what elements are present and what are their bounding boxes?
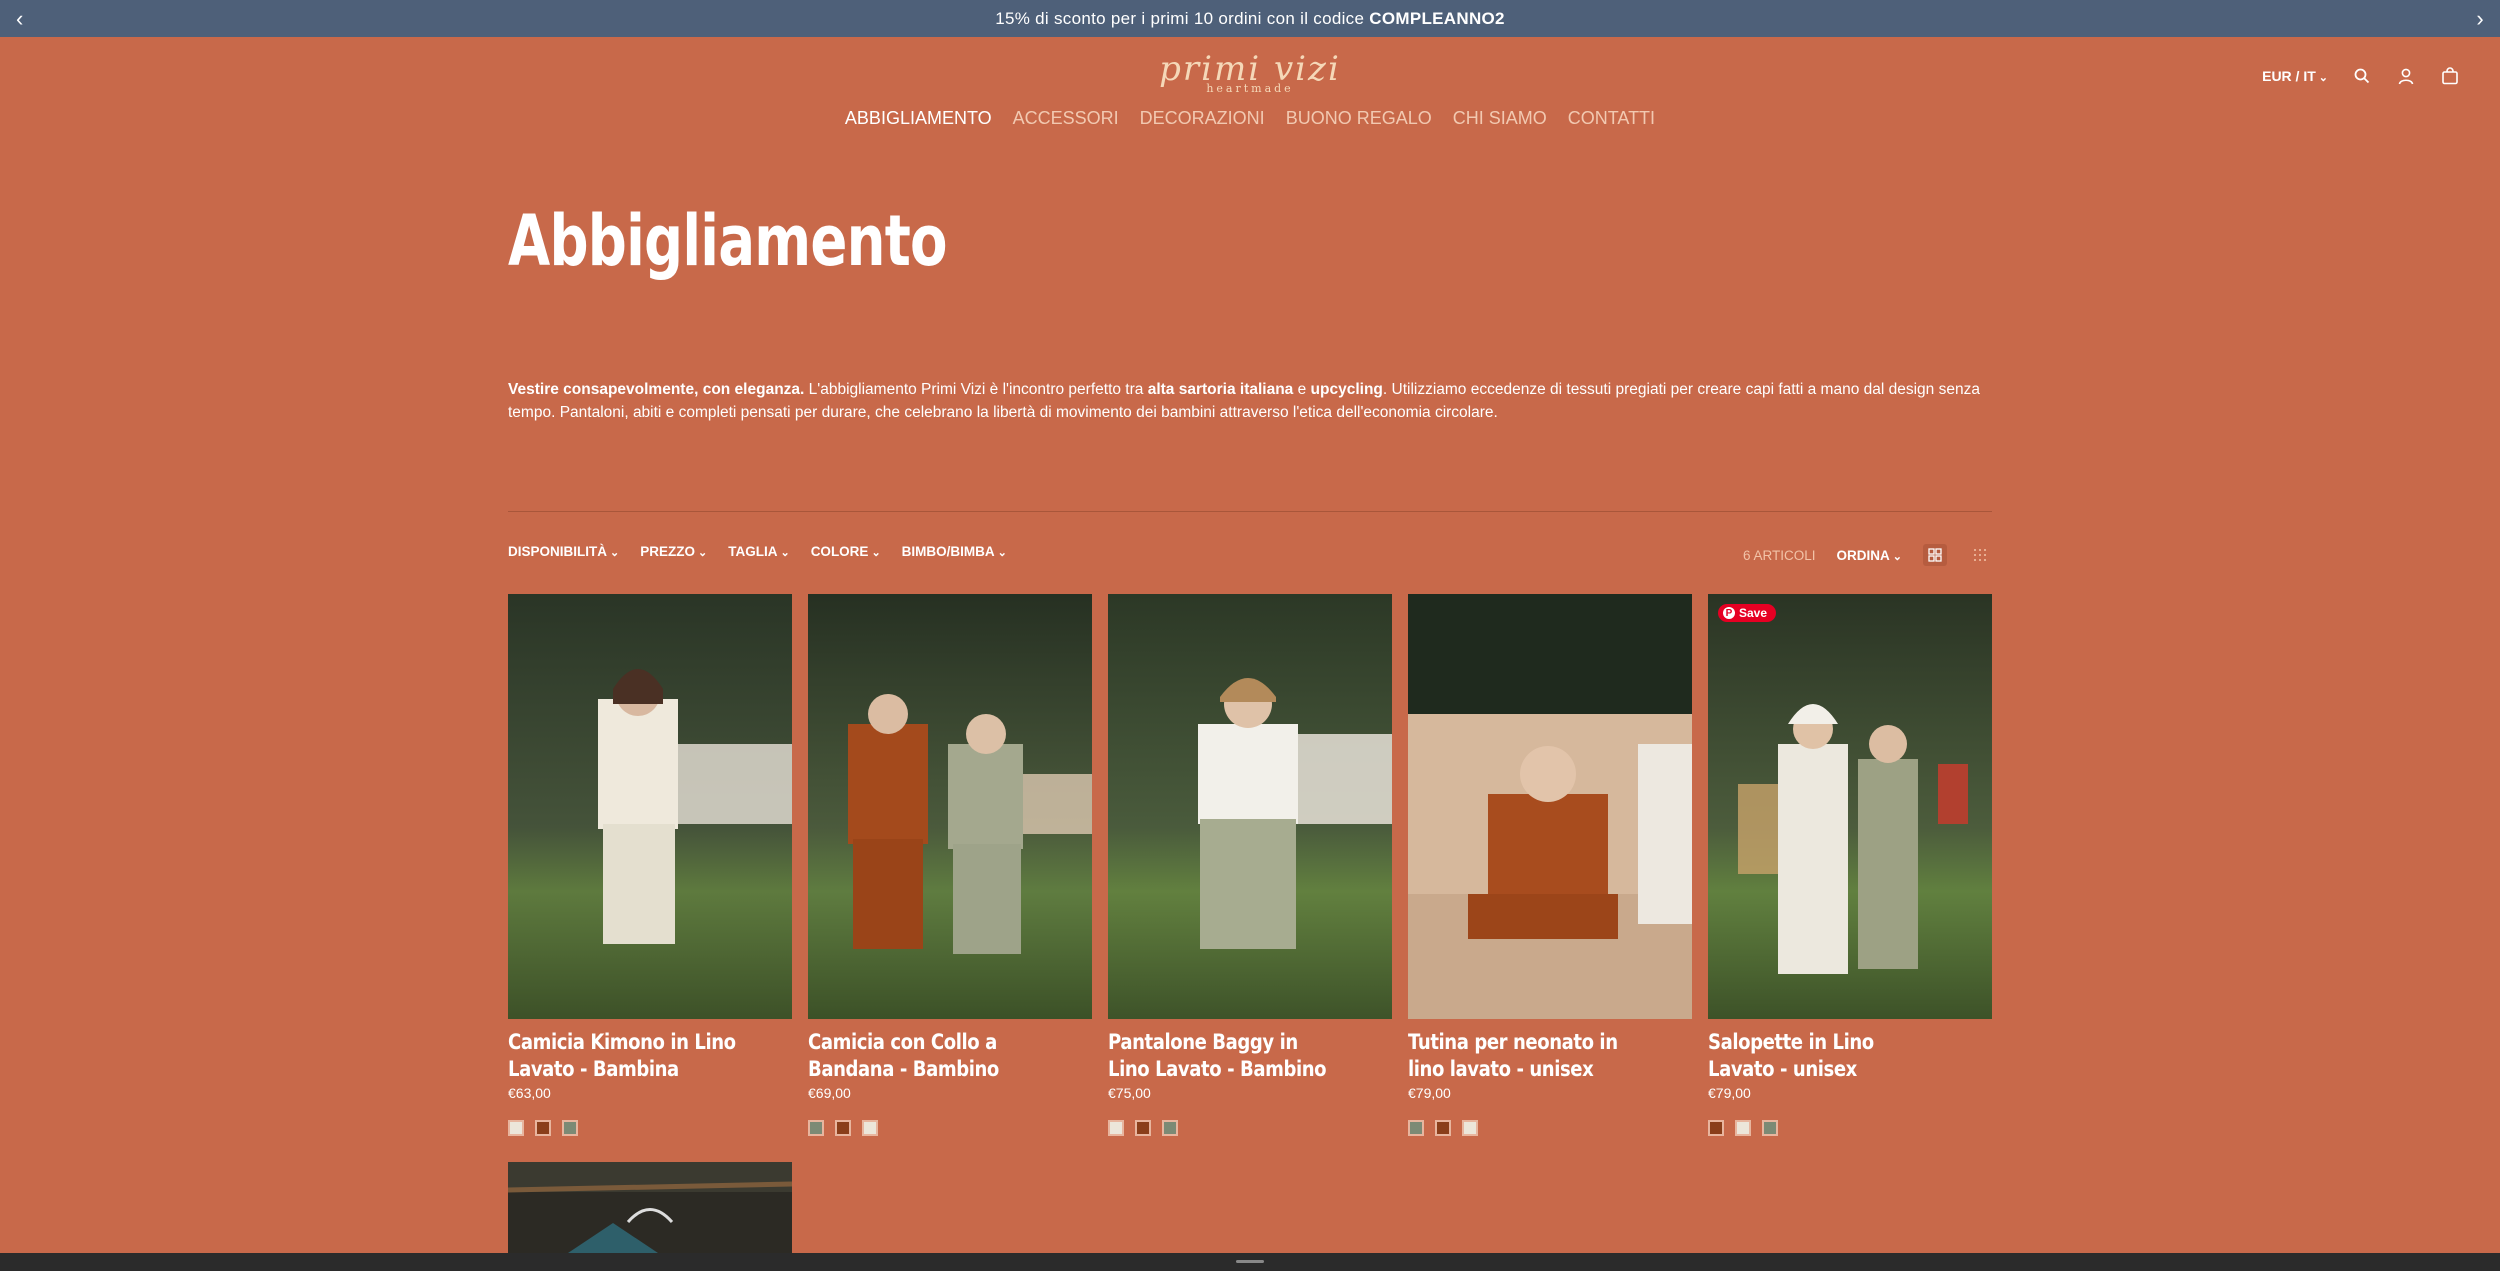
nav-item-decorazioni[interactable]: DECORAZIONI: [1140, 108, 1265, 129]
nav-item-chi-siamo[interactable]: CHI SIAMO: [1453, 108, 1547, 129]
filter-gender[interactable]: BIMBO/BIMBA ⌄: [902, 544, 1007, 559]
nav-item-abbigliamento[interactable]: ABBIGLIAMENTO: [845, 108, 992, 129]
chevron-right-icon[interactable]: ›: [2476, 0, 2484, 37]
chevron-down-icon: ⌄: [2318, 72, 2328, 84]
grid-large-view-icon[interactable]: [1923, 544, 1947, 566]
product-title[interactable]: Camicia con Collo a Bandana - Bambino: [808, 1029, 1083, 1083]
grid-small-view-icon[interactable]: [1968, 544, 1992, 566]
swatch[interactable]: [1462, 1120, 1478, 1136]
swatch[interactable]: [1435, 1120, 1451, 1136]
filter-bar: DISPONIBILITÀ ⌄ PREZZO ⌄ TAGLIA ⌄ COLORE ⌄ B…: [508, 544, 1007, 559]
product-image[interactable]: [508, 594, 792, 1019]
chevron-down-icon: ⌄: [997, 547, 1007, 559]
chevron-down-icon: ⌄: [1892, 550, 1902, 563]
nav-item-buono-regalo[interactable]: BUONO REGALO: [1286, 108, 1432, 129]
color-swatches: [1108, 1120, 1392, 1136]
chevron-left-icon[interactable]: ‹: [16, 0, 24, 37]
product-image[interactable]: [808, 594, 1092, 1019]
product-price: €75,00: [1108, 1085, 1151, 1101]
product-card[interactable]: [508, 1162, 792, 1253]
product-title[interactable]: Tutina per neonato in lino lavato - unise…: [1408, 1029, 1683, 1083]
product-card[interactable]: Tutina per neonato in lino lavato - unise…: [1408, 594, 1692, 1136]
product-count: 6 ARTICOLI: [1743, 547, 1816, 563]
bottom-bar: [0, 1253, 2500, 1271]
swatch[interactable]: [508, 1120, 524, 1136]
color-swatches: [1408, 1120, 1692, 1136]
page-title: Abbigliamento: [508, 200, 948, 282]
swatch[interactable]: [808, 1120, 824, 1136]
pinterest-icon: P: [1723, 607, 1735, 619]
filter-price[interactable]: PREZZO ⌄: [640, 544, 707, 559]
swatch[interactable]: [562, 1120, 578, 1136]
color-swatches: [808, 1120, 1092, 1136]
nav-item-accessori[interactable]: ACCESSORI: [1013, 108, 1119, 129]
announcement-text: 15% di sconto per i primi 10 ordini con …: [995, 8, 1505, 28]
drag-handle[interactable]: [1236, 1260, 1264, 1263]
color-swatches: [1708, 1120, 1992, 1136]
announcement-bar: ‹ 15% di sconto per i primi 10 ordini co…: [0, 0, 2500, 37]
sort-dropdown[interactable]: ORDINA ⌄: [1837, 548, 1902, 563]
cart-icon[interactable]: [2440, 66, 2460, 86]
swatch[interactable]: [1135, 1120, 1151, 1136]
product-card[interactable]: Camicia con Collo a Bandana - Bambino €69…: [808, 594, 1092, 1136]
main-nav: ABBIGLIAMENTO ACCESSORI DECORAZIONI BUON…: [0, 108, 2500, 129]
currency-selector[interactable]: EUR / IT ⌄: [2262, 68, 2328, 84]
nav-item-contatti[interactable]: CONTATTI: [1568, 108, 1655, 129]
account-icon[interactable]: [2396, 66, 2416, 86]
swatch[interactable]: [1735, 1120, 1751, 1136]
logo[interactable]: primi vizi heartmade: [1150, 52, 1350, 102]
chevron-down-icon: ⌄: [780, 547, 790, 559]
filter-size[interactable]: TAGLIA ⌄: [728, 544, 789, 559]
product-price: €69,00: [808, 1085, 851, 1101]
swatch[interactable]: [835, 1120, 851, 1136]
product-card[interactable]: Pantalone Baggy in Lino Lavato - Bambino …: [1108, 594, 1392, 1136]
chevron-down-icon: ⌄: [610, 547, 620, 559]
swatch[interactable]: [1708, 1120, 1724, 1136]
discount-code: COMPLEANNO2: [1369, 8, 1505, 28]
product-price: €79,00: [1708, 1085, 1751, 1101]
product-price: €63,00: [508, 1085, 551, 1101]
product-card[interactable]: P Save Salopette in Lino Lavato - unisex €…: [1708, 594, 1992, 1136]
swatch[interactable]: [535, 1120, 551, 1136]
swatch[interactable]: [862, 1120, 878, 1136]
product-image[interactable]: [508, 1162, 792, 1253]
filter-availability[interactable]: DISPONIBILITÀ ⌄: [508, 544, 619, 559]
product-title[interactable]: Camicia Kimono in Lino Lavato - Bambina: [508, 1029, 783, 1083]
search-icon[interactable]: [2352, 66, 2372, 86]
product-title[interactable]: Salopette in Lino Lavato - unisex: [1708, 1029, 1983, 1083]
product-title[interactable]: Pantalone Baggy in Lino Lavato - Bambino: [1108, 1029, 1383, 1083]
sort-bar: 6 ARTICOLI ORDINA ⌄: [1743, 544, 1992, 566]
header-utilities: EUR / IT ⌄: [2262, 66, 2460, 86]
product-image[interactable]: P Save: [1708, 594, 1992, 1019]
pinterest-save-button[interactable]: P Save: [1718, 604, 1777, 622]
swatch[interactable]: [1162, 1120, 1178, 1136]
swatch[interactable]: [1762, 1120, 1778, 1136]
product-card[interactable]: Camicia Kimono in Lino Lavato - Bambina €…: [508, 594, 792, 1136]
product-price: €79,00: [1408, 1085, 1451, 1101]
swatch[interactable]: [1108, 1120, 1124, 1136]
swatch[interactable]: [1408, 1120, 1424, 1136]
color-swatches: [508, 1120, 792, 1136]
logo-script: primi vizi: [1159, 49, 1341, 89]
divider: [508, 511, 1992, 512]
product-image[interactable]: [1408, 594, 1692, 1019]
product-image[interactable]: [1108, 594, 1392, 1019]
collection-description: Vestire consapevolmente, con eleganza. L…: [508, 381, 1980, 421]
chevron-down-icon: ⌄: [871, 547, 881, 559]
chevron-down-icon: ⌄: [698, 547, 708, 559]
filter-color[interactable]: COLORE ⌄: [811, 544, 881, 559]
